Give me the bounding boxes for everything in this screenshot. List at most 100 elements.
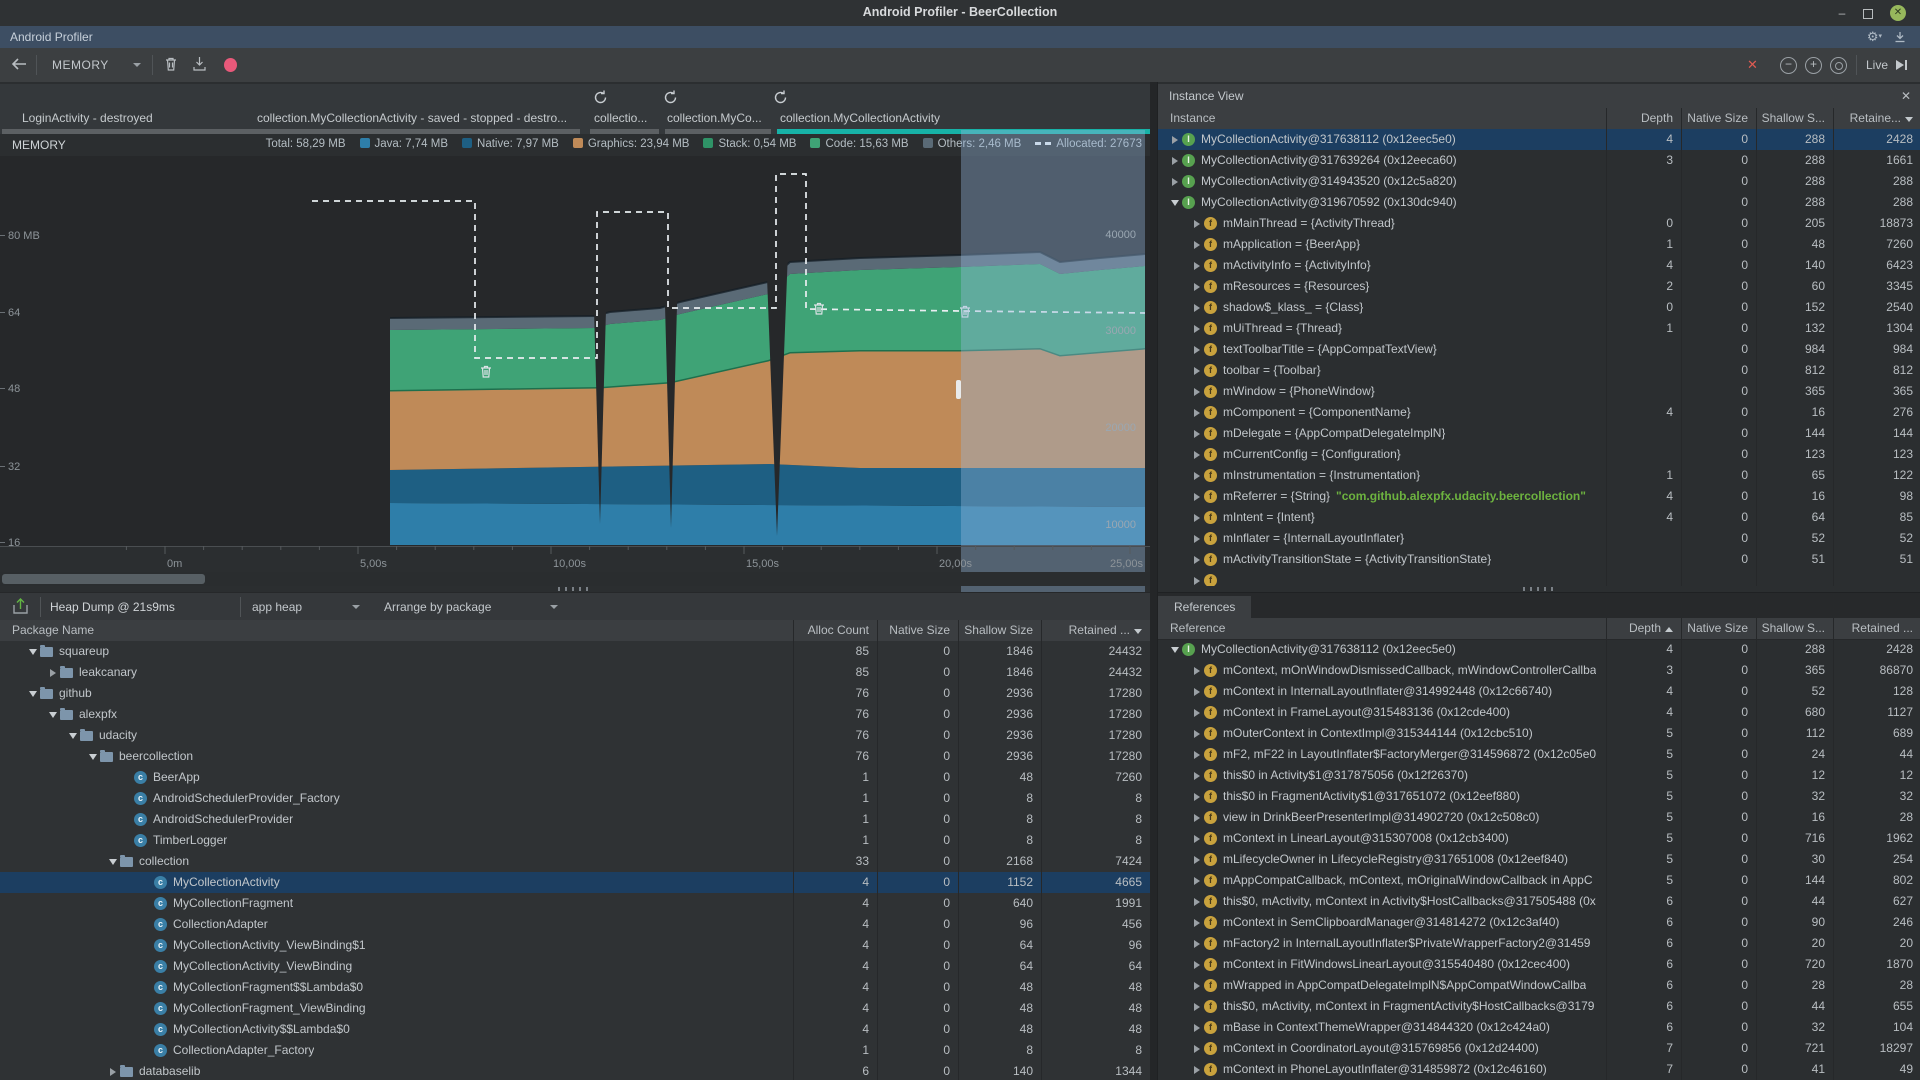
table-row[interactable]: I MyCollectionActivity@317638112 (0x12eec…: [1158, 129, 1920, 150]
table-row[interactable]: I MyCollectionActivity@319670592 (0x130dc…: [1158, 192, 1920, 213]
table-row[interactable]: f toolbar = {Toolbar} 0 812 812: [1158, 360, 1920, 381]
export-icon[interactable]: [192, 56, 207, 75]
column-header-sorted[interactable]: Retaine...: [1833, 108, 1920, 129]
table-row[interactable]: f mDelegate = {AppCompatDelegateImplN} 0 14…: [1158, 423, 1920, 444]
reset-zoom-button[interactable]: [1830, 57, 1847, 74]
chevron-collapsed-icon[interactable]: [1190, 1066, 1204, 1074]
table-row[interactable]: c AndroidSchedulerProvider_Factory 1 0 8 8: [0, 788, 1150, 809]
table-row[interactable]: c CollectionAdapter 4 0 96 456: [0, 914, 1150, 935]
chevron-collapsed-icon[interactable]: [1190, 577, 1204, 585]
table-row[interactable]: c BeerApp 1 0 48 7260: [0, 767, 1150, 788]
chevron-collapsed-icon[interactable]: [1190, 304, 1204, 312]
chevron-collapsed-icon[interactable]: [1168, 157, 1182, 165]
heap-select[interactable]: app heap: [252, 600, 302, 614]
chevron-collapsed-icon[interactable]: [1190, 961, 1204, 969]
chevron-expanded-icon[interactable]: [46, 712, 60, 718]
chevron-expanded-icon[interactable]: [86, 754, 100, 760]
table-row[interactable]: f mActivityTransitionState = {ActivityTra…: [1158, 549, 1920, 570]
column-header[interactable]: Depth: [1606, 108, 1681, 129]
skip-to-live-icon[interactable]: [1896, 59, 1907, 73]
chevron-collapsed-icon[interactable]: [1190, 220, 1204, 228]
table-row[interactable]: squareup 85 0 1846 24432: [0, 641, 1150, 662]
zoom-out-button[interactable]: −: [1780, 57, 1797, 74]
chevron-expanded-icon[interactable]: [1168, 647, 1182, 653]
column-header[interactable]: Shallow S...: [1756, 618, 1833, 639]
column-header[interactable]: Native Size: [1681, 618, 1756, 639]
table-row[interactable]: I MyCollectionActivity@317638112 (0x12eec…: [1158, 639, 1920, 660]
chevron-collapsed-icon[interactable]: [1190, 751, 1204, 759]
table-row[interactable]: f mContext in InternalLayoutInflater@3149…: [1158, 681, 1920, 702]
zoom-in-button[interactable]: +: [1805, 57, 1822, 74]
timeline-scrollbar-thumb[interactable]: [2, 574, 205, 584]
column-header[interactable]: Shallow S...: [1756, 108, 1833, 129]
table-row[interactable]: c MyCollectionFragment 4 0 640 1991: [0, 893, 1150, 914]
table-row[interactable]: I MyCollectionActivity@314943520 (0x12c5a…: [1158, 171, 1920, 192]
gear-icon[interactable]: ⚙▾: [1867, 29, 1882, 45]
chevron-expanded-icon[interactable]: [26, 649, 40, 655]
chevron-collapsed-icon[interactable]: [1168, 178, 1182, 186]
chevron-collapsed-icon[interactable]: [1190, 346, 1204, 354]
splitter-handle[interactable]: [1523, 587, 1557, 591]
chevron-collapsed-icon[interactable]: [1190, 1045, 1204, 1053]
export-heap-dump-icon[interactable]: [12, 597, 29, 618]
chevron-collapsed-icon[interactable]: [1190, 325, 1204, 333]
chevron-collapsed-icon[interactable]: [1190, 409, 1204, 417]
table-row[interactable]: f mLifecycleOwner in LifecycleRegistry@31…: [1158, 849, 1920, 870]
table-row[interactable]: c MyCollectionActivity_ViewBinding$1 4 0 64 9…: [0, 935, 1150, 956]
table-row[interactable]: f mComponent = {ComponentName} 4 0 16 276: [1158, 402, 1920, 423]
column-header[interactable]: Retained ...: [1833, 618, 1920, 639]
chevron-collapsed-icon[interactable]: [1190, 472, 1204, 480]
profiler-type-select[interactable]: MEMORY: [52, 58, 109, 72]
table-row[interactable]: f mContext in FrameLayout@315483136 (0x12…: [1158, 702, 1920, 723]
chevron-expanded-icon[interactable]: [66, 733, 80, 739]
column-header[interactable]: Shallow Size: [958, 620, 1041, 641]
table-row[interactable]: f mOuterContext in ContextImpl@315344144 …: [1158, 723, 1920, 744]
chevron-collapsed-icon[interactable]: [1190, 835, 1204, 843]
chevron-collapsed-icon[interactable]: [1190, 772, 1204, 780]
chevron-collapsed-icon[interactable]: [1190, 919, 1204, 927]
table-row[interactable]: f mInflater = {InternalLayoutInflater} 0 52…: [1158, 528, 1920, 549]
arrange-select[interactable]: Arrange by package: [384, 600, 491, 614]
table-row[interactable]: f mContext, mOnWindowDismissedCallback, m…: [1158, 660, 1920, 681]
table-row[interactable]: f mReferrer = {String} "com.github.alexpfx…: [1158, 486, 1920, 507]
table-row[interactable]: f this$0 in Activity$1@317875056 (0x12f26…: [1158, 765, 1920, 786]
table-row[interactable]: f mAppCompatCallback, mContext, mOriginal…: [1158, 870, 1920, 891]
chevron-collapsed-icon[interactable]: [1190, 688, 1204, 696]
record-icon[interactable]: [224, 58, 237, 72]
table-row[interactable]: databaselib 6 0 140 1344: [0, 1061, 1150, 1080]
table-row[interactable]: f mFactory2 in InternalLayoutInflater$Pri…: [1158, 933, 1920, 954]
table-row[interactable]: c MyCollectionActivity_ViewBinding 4 0 64 64: [0, 956, 1150, 977]
chevron-collapsed-icon[interactable]: [1190, 898, 1204, 906]
chevron-collapsed-icon[interactable]: [1190, 856, 1204, 864]
chevron-collapsed-icon[interactable]: [1190, 1024, 1204, 1032]
table-row[interactable]: f view in DrinkBeerPresenterImpl@31490272…: [1158, 807, 1920, 828]
table-row[interactable]: f mActivityInfo = {ActivityInfo} 4 0 140 6423: [1158, 255, 1920, 276]
table-row[interactable]: f mWindow = {PhoneWindow} 0 365 365: [1158, 381, 1920, 402]
table-row[interactable]: f shadow$_klass_ = {Class} 0 0 152 2540: [1158, 297, 1920, 318]
column-header[interactable]: Native Size: [1681, 108, 1756, 129]
table-row[interactable]: udacity 76 0 2936 17280: [0, 725, 1150, 746]
chevron-collapsed-icon[interactable]: [1190, 940, 1204, 948]
table-row[interactable]: f mCurrentConfig = {Configuration} 0 123 123: [1158, 444, 1920, 465]
chevron-expanded-icon[interactable]: [1168, 200, 1182, 206]
table-row[interactable]: alexpfx 76 0 2936 17280: [0, 704, 1150, 725]
table-row[interactable]: f mMainThread = {ActivityThread} 0 0 205 1887…: [1158, 213, 1920, 234]
column-header[interactable]: Reference: [1158, 618, 1606, 639]
table-row[interactable]: f this$0, mActivity, mContext in Fragment…: [1158, 996, 1920, 1017]
table-row[interactable]: f mBase in ContextThemeWrapper@314844320 …: [1158, 1017, 1920, 1038]
table-row[interactable]: beercollection 76 0 2936 17280: [0, 746, 1150, 767]
table-row[interactable]: f mContext in SemClipboardManager@3148142…: [1158, 912, 1920, 933]
table-row[interactable]: c CollectionAdapter_Factory 1 0 8 8: [0, 1040, 1150, 1061]
table-row[interactable]: f mContext in LinearLayout@315307008 (0x1…: [1158, 828, 1920, 849]
tab-references[interactable]: References: [1158, 596, 1252, 619]
chevron-collapsed-icon[interactable]: [1190, 388, 1204, 396]
chevron-collapsed-icon[interactable]: [1190, 241, 1204, 249]
chevron-collapsed-icon[interactable]: [1168, 136, 1182, 144]
table-row[interactable]: c MyCollectionActivity 4 0 1152 4665: [0, 872, 1150, 893]
chevron-collapsed-icon[interactable]: [46, 669, 60, 677]
table-row[interactable]: collection 33 0 2168 7424: [0, 851, 1150, 872]
chevron-collapsed-icon[interactable]: [1190, 730, 1204, 738]
chevron-collapsed-icon[interactable]: [1190, 514, 1204, 522]
table-row[interactable]: f mInstrumentation = {Instrumentation} 1 0 6…: [1158, 465, 1920, 486]
column-header[interactable]: Package Name: [0, 620, 793, 641]
